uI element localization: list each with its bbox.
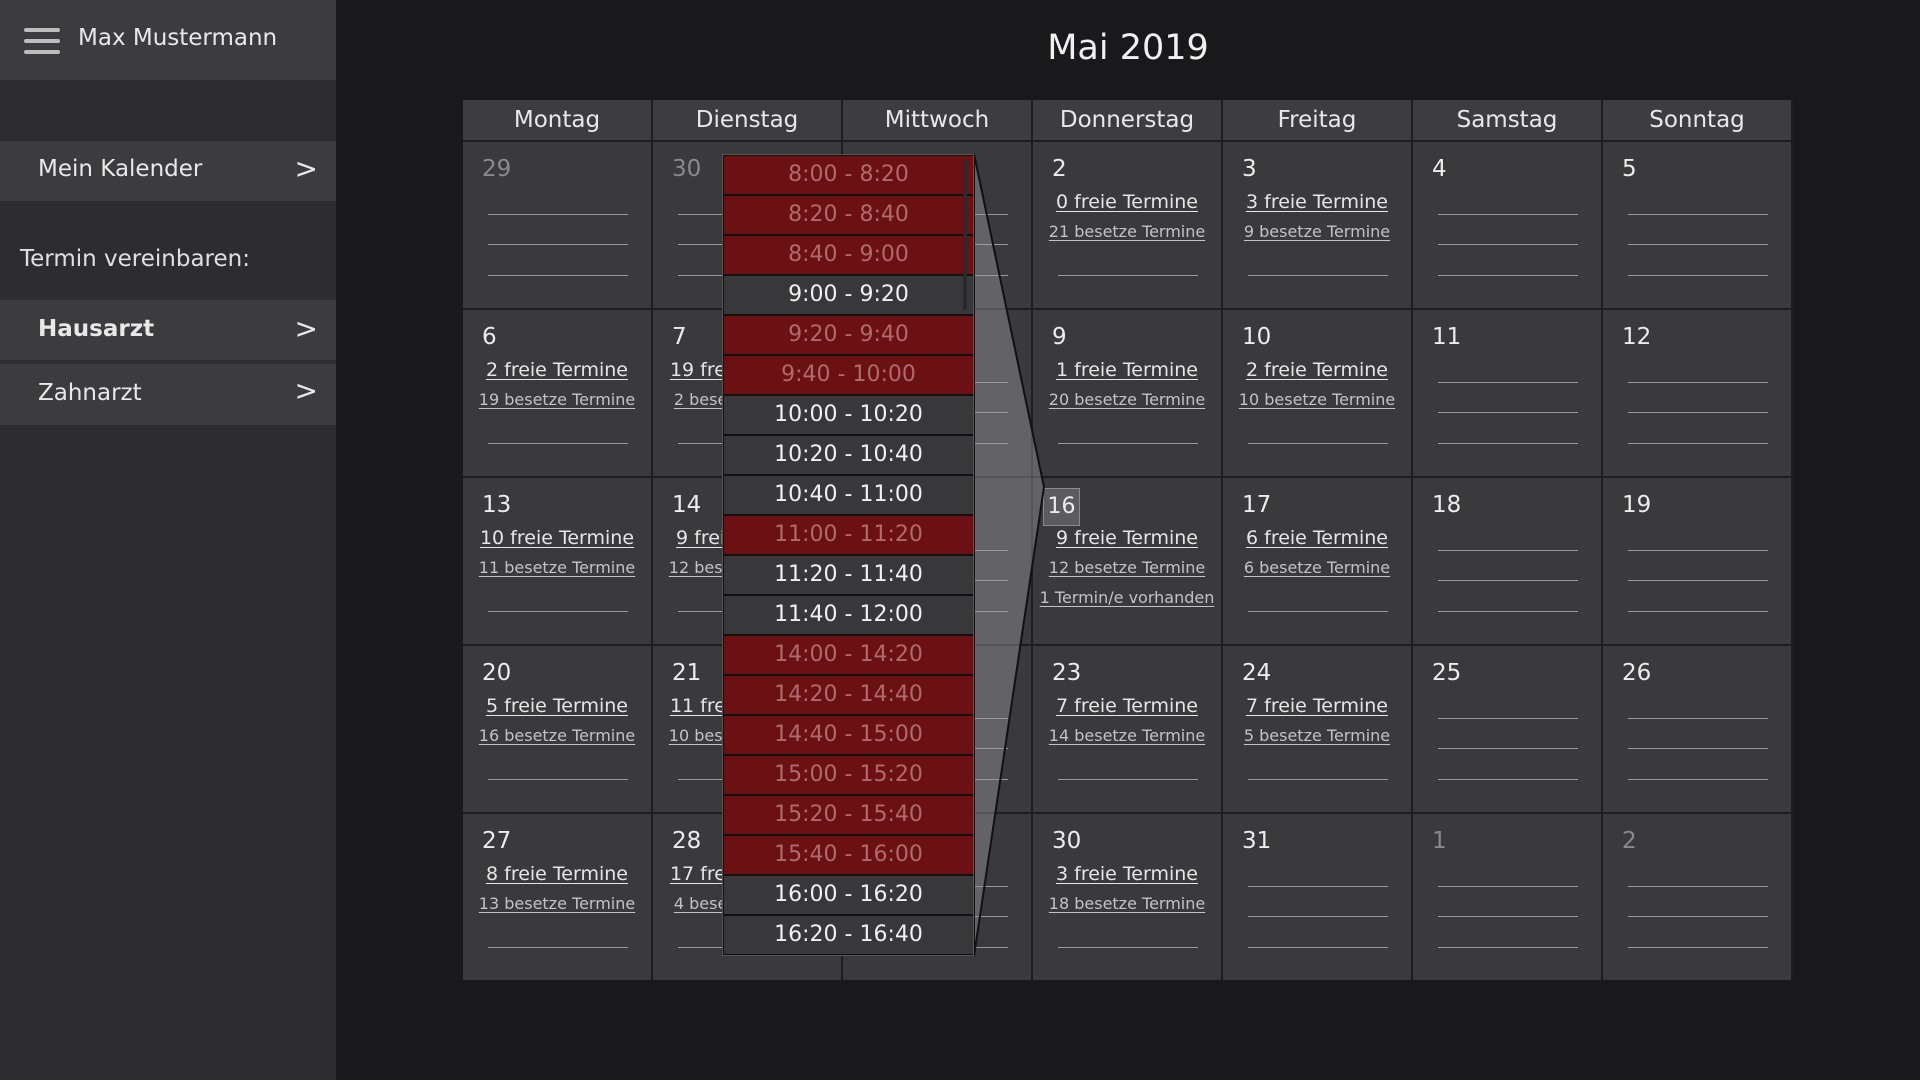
time-slot-busy: 11:00 - 11:20 xyxy=(724,516,973,554)
time-slot-free[interactable]: 16:20 - 16:40 xyxy=(724,916,973,954)
time-slot-free[interactable]: 10:40 - 11:00 xyxy=(724,476,973,514)
time-slot-busy: 15:40 - 16:00 xyxy=(724,836,973,874)
time-slot-free[interactable]: 11:20 - 11:40 xyxy=(724,556,973,594)
time-slot-popup: 8:00 - 8:20 8:20 - 8:40 8:40 - 9:00 9:00 - … xyxy=(722,154,974,956)
time-slot-busy: 8:00 - 8:20 xyxy=(724,156,973,194)
time-slot-busy: 14:00 - 14:20 xyxy=(724,636,973,674)
time-slot-free[interactable]: 16:00 - 16:20 xyxy=(724,876,973,914)
time-slot-busy: 9:40 - 10:00 xyxy=(724,356,973,394)
time-slot-free[interactable]: 11:40 - 12:00 xyxy=(724,596,973,634)
time-slot-free[interactable]: 9:00 - 9:20 xyxy=(724,276,973,314)
time-slot-free[interactable]: 10:00 - 10:20 xyxy=(724,396,973,434)
time-slot-free[interactable]: 10:20 - 10:40 xyxy=(724,436,973,474)
popup-scrollbar[interactable] xyxy=(963,160,967,310)
time-slot-busy: 14:40 - 15:00 xyxy=(724,716,973,754)
time-slot-busy: 14:20 - 14:40 xyxy=(724,676,973,714)
time-slot-busy: 8:40 - 9:00 xyxy=(724,236,973,274)
time-slot-busy: 15:20 - 15:40 xyxy=(724,796,973,834)
time-slot-busy: 15:00 - 15:20 xyxy=(724,756,973,794)
time-slot-busy: 9:20 - 9:40 xyxy=(724,316,973,354)
time-slot-busy: 8:20 - 8:40 xyxy=(724,196,973,234)
